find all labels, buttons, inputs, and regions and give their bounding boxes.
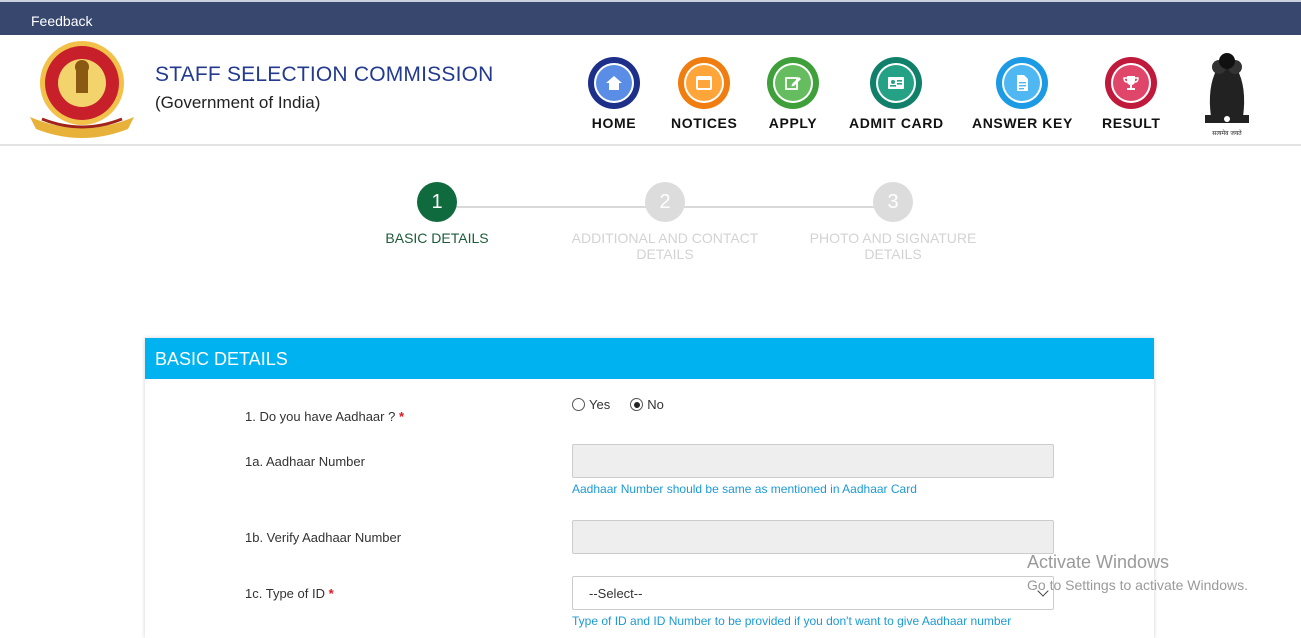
aadhaar-no-radio[interactable]: No [630, 397, 664, 412]
basic-details-card: BASIC DETAILS 1. Do you have Aadhaar ? *… [145, 338, 1154, 638]
nav-label: ADMIT CARD [849, 115, 944, 131]
nav-label: NOTICES [671, 115, 738, 131]
trophy-icon [1123, 76, 1140, 90]
nav-apply[interactable]: APPLY [767, 57, 819, 131]
nav-admit-card[interactable]: ADMIT CARD [849, 57, 944, 131]
nav-notices[interactable]: NOTICES [671, 57, 737, 131]
step-photo-signature: 3 PHOTO AND SIGNATURE DETAILS [783, 182, 1003, 262]
aadhaar-number-input[interactable] [572, 444, 1054, 478]
id-type-hint: Type of ID and ID Number to be provided … [572, 614, 1012, 628]
emblem-motto: सत्यमेव जयते [1212, 129, 1242, 137]
top-bar: Feedback [0, 0, 1301, 35]
windows-watermark: Activate Windows Go to Settings to activ… [1027, 552, 1248, 593]
step-label: ADDITIONAL AND CONTACT DETAILS [571, 230, 759, 262]
org-title: STAFF SELECTION COMMISSION [155, 63, 494, 86]
edit-icon [785, 77, 801, 90]
nav-label: ANSWER KEY [972, 115, 1073, 131]
watermark-title: Activate Windows [1027, 552, 1170, 572]
aadhaar-radio-group: Yes No [572, 397, 664, 412]
watermark-subtitle: Go to Settings to activate Windows. [1027, 577, 1248, 593]
step-number: 2 [645, 182, 685, 222]
step-number: 3 [873, 182, 913, 222]
aadhaar-question: 1. Do you have Aadhaar ? * [245, 409, 404, 424]
progress-stepper: 1 BASIC DETAILS 2 ADDITIONAL AND CONTACT… [0, 180, 1301, 270]
nav-label: HOME [591, 115, 637, 131]
nav-home[interactable]: HOME [588, 57, 640, 131]
required-asterisk: * [328, 586, 334, 601]
nav-answer-key[interactable]: ANSWER KEY [972, 57, 1073, 131]
nav-result[interactable]: RESULT [1102, 57, 1161, 131]
org-subtitle: (Government of India) [155, 93, 321, 112]
radio-label: No [647, 397, 664, 412]
radio-label: Yes [589, 397, 611, 412]
step-label: PHOTO AND SIGNATURE DETAILS [809, 230, 977, 262]
feedback-link[interactable]: Feedback [31, 13, 92, 29]
notice-icon [696, 76, 713, 90]
id-card-icon [888, 77, 905, 89]
national-emblem-icon: सत्यमेव जयते [1205, 53, 1249, 137]
id-type-select[interactable]: --Select-- [572, 576, 1054, 610]
radio-circle-selected[interactable] [630, 398, 644, 411]
aadhaar-number-hint: Aadhaar Number should be same as mention… [572, 482, 917, 496]
card-header: BASIC DETAILS [145, 338, 1154, 379]
ssc-seal-icon [30, 41, 134, 138]
nav-label: APPLY [768, 115, 818, 131]
aadhaar-number-label: 1a. Aadhaar Number [245, 454, 365, 469]
step-label: BASIC DETAILS [385, 230, 489, 246]
aadhaar-question-label: 1. Do you have Aadhaar ? [245, 409, 396, 424]
aadhaar-yes-radio[interactable]: Yes [572, 397, 610, 412]
step-basic-details: 1 BASIC DETAILS [327, 182, 547, 246]
home-icon [606, 76, 622, 90]
nav-label: RESULT [1102, 115, 1161, 131]
radio-circle[interactable] [572, 398, 585, 411]
document-icon [1017, 75, 1029, 91]
verify-aadhaar-label: 1b. Verify Aadhaar Number [245, 530, 402, 545]
id-type-question: 1c. Type of ID * [245, 586, 334, 601]
required-asterisk: * [398, 409, 405, 424]
site-header: STAFF SELECTION COMMISSION (Government o… [0, 35, 1301, 146]
step-additional-details: 2 ADDITIONAL AND CONTACT DETAILS [555, 182, 775, 262]
verify-aadhaar-input[interactable] [572, 520, 1054, 554]
select-value: --Select-- [589, 586, 643, 601]
step-number: 1 [417, 182, 457, 222]
id-type-label: 1c. Type of ID [245, 586, 325, 601]
